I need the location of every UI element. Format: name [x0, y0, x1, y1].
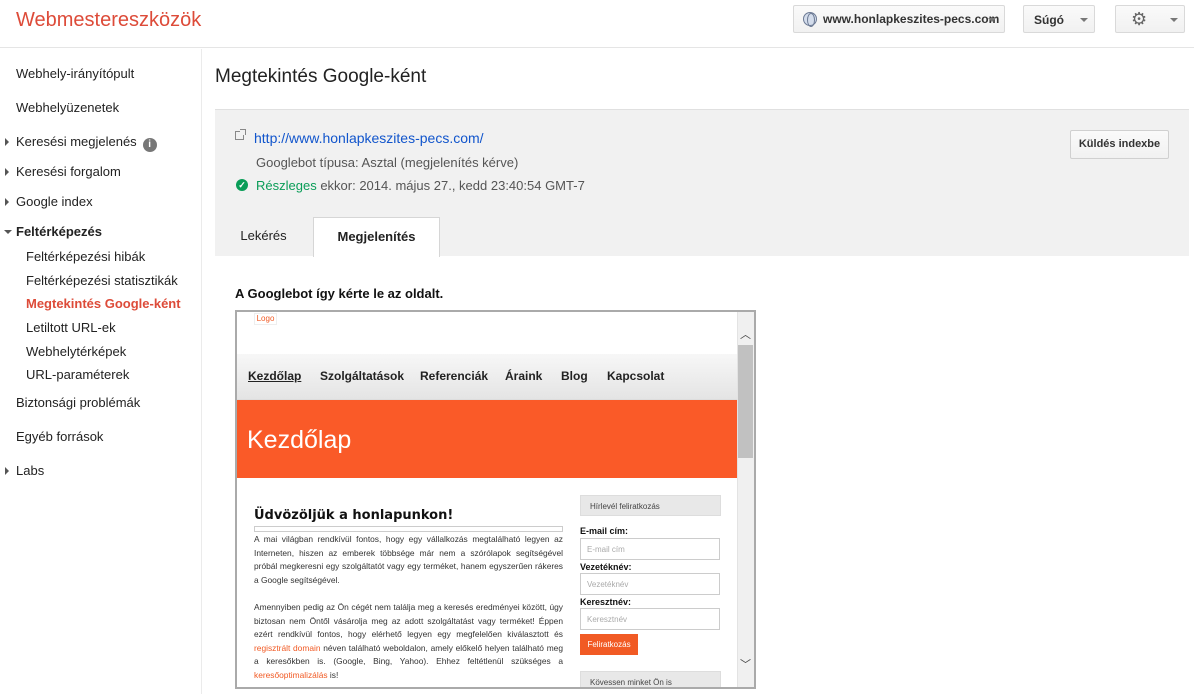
sidebar-item-search-traffic[interactable]: Keresési forgalom [16, 164, 121, 179]
preview-scrollbar[interactable]: ︿ ﹀ [737, 312, 754, 687]
sidebar-item-crawl-stats[interactable]: Feltérképezési statisztikák [26, 273, 178, 288]
preview-menu-services: Szolgáltatások [320, 369, 405, 383]
external-link-icon[interactable] [235, 129, 246, 140]
preview-paragraph-1: A mai világban rendkívül fontos, hogy eg… [254, 534, 563, 585]
status-partial: Részleges [256, 178, 317, 193]
fetch-status: Részleges ekkor: 2014. május 27., kedd 2… [256, 178, 585, 193]
preview-email-label: E-mail cím: [580, 526, 629, 536]
sidebar-item-labs[interactable]: Labs [16, 463, 44, 478]
preview-domain-link: regisztrált domain [254, 642, 321, 653]
preview-follow-title: Kövessen minket Ön is [580, 671, 721, 687]
sidebar-item-url-parameters[interactable]: URL-paraméterek [26, 367, 129, 382]
sidebar-item-security-issues[interactable]: Biztonsági problémák [16, 395, 140, 410]
preview-paragraph-text: is! [327, 669, 339, 680]
collapse-arrow-icon[interactable] [4, 230, 12, 234]
chevron-down-icon [1170, 18, 1178, 22]
preview-menu-home: Kezdőlap [248, 369, 302, 383]
expand-arrow-icon[interactable] [5, 138, 9, 146]
check-icon: ✓ [236, 179, 248, 191]
tab-fetch[interactable]: Lekérés [215, 217, 312, 256]
preview-firstname-label: Keresztnév: [580, 597, 632, 607]
sidebar-item-crawl[interactable]: Feltérképezés [16, 224, 102, 239]
globe-icon [803, 12, 817, 27]
preview-lastname-label: Vezetéknév: [580, 562, 632, 572]
submit-to-index-button[interactable]: Küldés indexbe [1070, 130, 1169, 159]
scrollbar-thumb[interactable] [738, 345, 753, 458]
preview-hero-title: Kezdőlap [247, 426, 352, 454]
sidebar-item-label: Keresési megjelenés [16, 134, 137, 149]
preview-content: Üdvözöljük a honlapunkon! A mai világban… [237, 478, 737, 687]
preview-menu-contact: Kapcsolat [607, 369, 665, 383]
settings-button[interactable]: ⚙ [1115, 5, 1185, 33]
gear-icon: ⚙ [1131, 9, 1148, 29]
top-bar: Webmestereszközök www.honlapkeszites-pec… [0, 0, 1194, 48]
sidebar-item-crawl-errors[interactable]: Feltérképezési hibák [26, 249, 145, 264]
tab-render[interactable]: Megjelenítés [313, 217, 440, 257]
preview-newsletter-title: Hírlevél feliratkozás [580, 495, 721, 516]
fetched-url-link[interactable]: http://www.honlapkeszites-pecs.com/ [254, 130, 484, 146]
preview-email-field: E-mail cím [580, 538, 720, 560]
googlebot-type: Googlebot típusa: Asztal (megjelenítés k… [256, 155, 519, 170]
preview-menu-blog: Blog [561, 369, 588, 383]
page-title: Megtekintés Google-ként [215, 66, 427, 87]
sidebar: Webhely-irányítópult Webhelyüzenetek Ker… [0, 49, 202, 694]
preview-paragraph-text: Amennyiben pedig az Ön cégét nem találja… [254, 602, 563, 639]
preview-seo-link: keresőoptimalizálás [254, 669, 328, 680]
preview-lastname-field: Vezetéknév [580, 573, 720, 595]
sidebar-item-sitemaps[interactable]: Webhelytérképek [26, 344, 126, 359]
sidebar-item-blocked-urls[interactable]: Letiltott URL-ek [26, 320, 116, 335]
help-button-label: Súgó [1034, 13, 1064, 27]
chevron-down-icon [1080, 18, 1088, 22]
preview-subscribe-button: Feliratkozás [580, 634, 638, 655]
sidebar-item-google-index[interactable]: Google index [16, 194, 93, 209]
app-title[interactable]: Webmestereszközök [16, 9, 201, 32]
preview-menu-bar: Kezdőlap Szolgáltatások Referenciák Árai… [237, 354, 737, 400]
expand-arrow-icon[interactable] [5, 467, 9, 475]
sidebar-item-search-appearance[interactable]: Keresési megjelenés i [16, 134, 157, 152]
preview-welcome-heading: Üdvözöljük a honlapunkon! [254, 508, 454, 523]
preview-paragraph-2: Amennyiben pedig az Ön cégét nem találja… [254, 601, 563, 682]
help-button[interactable]: Súgó [1023, 5, 1095, 33]
preview-logo: Logo [254, 313, 277, 325]
scroll-up-icon[interactable]: ︿ [740, 326, 751, 342]
chevron-down-icon [988, 18, 996, 22]
render-preview-frame[interactable]: Logo Kezdőlap Szolgáltatások Referenciák… [235, 310, 756, 689]
preview-menu-prices: Áraink [505, 369, 543, 383]
info-icon[interactable]: i [142, 138, 157, 152]
site-selector-label: www.honlapkeszites-pecs.com [823, 12, 1000, 26]
preview-hero: Kezdőlap [237, 400, 737, 478]
render-caption: A Googlebot így kérte le az oldalt. [235, 286, 444, 301]
status-timestamp: ekkor: 2014. május 27., kedd 23:40:54 GM… [316, 178, 585, 193]
sidebar-item-other-resources[interactable]: Egyéb források [16, 429, 103, 444]
scroll-down-icon[interactable]: ﹀ [740, 656, 751, 672]
preview-divider [254, 526, 563, 532]
preview-firstname-field: Keresztnév [580, 608, 720, 630]
expand-arrow-icon[interactable] [5, 168, 9, 176]
expand-arrow-icon[interactable] [5, 198, 9, 206]
site-selector[interactable]: www.honlapkeszites-pecs.com [793, 5, 1005, 33]
sidebar-item-dashboard[interactable]: Webhely-irányítópult [16, 66, 134, 81]
sidebar-item-messages[interactable]: Webhelyüzenetek [16, 100, 119, 115]
preview-menu-references: Referenciák [420, 369, 489, 383]
sidebar-item-fetch-as-google[interactable]: Megtekintés Google-ként [26, 296, 181, 311]
